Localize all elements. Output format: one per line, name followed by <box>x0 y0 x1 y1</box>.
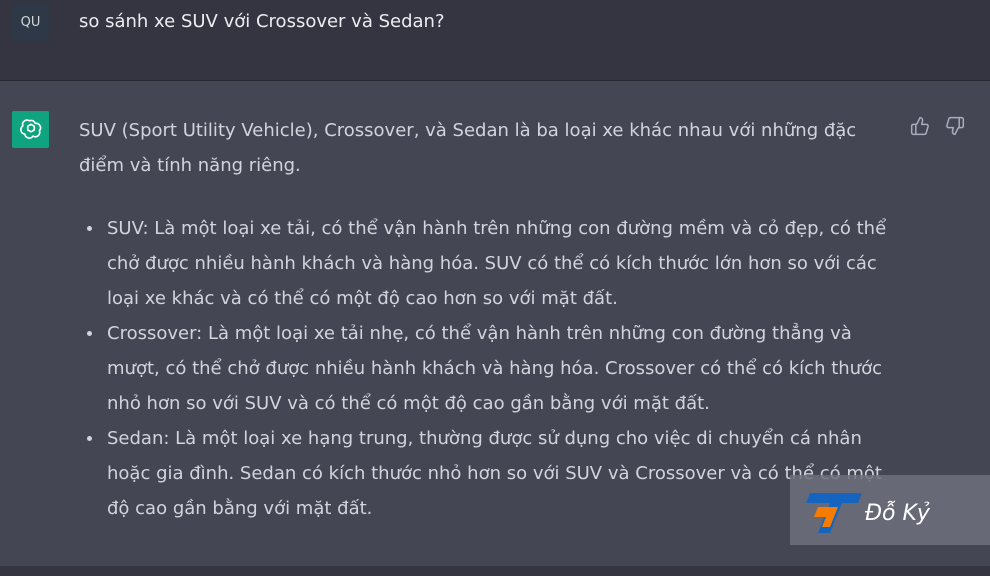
watermark-text: Đỗ Kỷ <box>865 501 930 526</box>
user-message-text: so sánh xe SUV với Crossover và Sedan? <box>79 11 445 32</box>
answer-intro: SUV (Sport Utility Vehicle), Crossover, … <box>79 120 857 176</box>
list-item: Crossover: Là một loại xe tải nhẹ, có th… <box>87 316 899 421</box>
thumbs-up-button[interactable] <box>909 115 931 137</box>
list-item: Sedan: Là một loại xe hạng trung, thường… <box>87 421 899 526</box>
thumbs-down-button[interactable] <box>944 115 966 137</box>
assistant-answer: SUV (Sport Utility Vehicle), Crossover, … <box>79 113 899 526</box>
thumbs-down-icon <box>946 116 965 136</box>
watermark-logo-icon <box>806 493 862 533</box>
bottom-divider <box>0 566 990 576</box>
assistant-avatar <box>12 111 49 148</box>
openai-logo-icon <box>19 118 41 139</box>
thumbs-up-icon <box>910 116 929 136</box>
watermark: Đỗ Kỷ <box>790 475 990 545</box>
user-avatar: QU <box>12 4 49 41</box>
user-message-row: QU so sánh xe SUV với Crossover và Sedan… <box>0 0 990 81</box>
list-item: SUV: Là một loại xe tải, có thể vận hành… <box>87 211 899 316</box>
answer-list: SUV: Là một loại xe tải, có thể vận hành… <box>79 211 899 526</box>
